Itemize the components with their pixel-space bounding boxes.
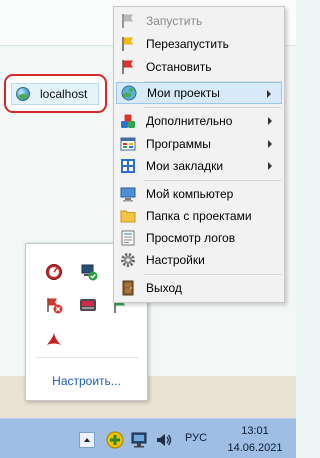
clock-time: 13:01: [241, 425, 269, 437]
volume-icon[interactable]: [155, 431, 173, 449]
folder-icon: [120, 210, 136, 223]
computer-icon: [120, 187, 136, 202]
menu-divider: [144, 274, 282, 275]
menu-item-label: Программы: [146, 137, 211, 151]
menu-item-settings[interactable]: Настройки: [116, 249, 282, 271]
menu-item-label: Запустить: [146, 14, 203, 28]
tray-app-icon[interactable]: [106, 431, 124, 449]
gear-icon: [121, 253, 135, 267]
menu-item-stop[interactable]: Остановить: [116, 56, 282, 78]
media-icon[interactable]: [79, 296, 97, 314]
menu-item-projects-folder[interactable]: Папка с проектами: [116, 205, 282, 227]
red-flag-error-icon[interactable]: [45, 296, 63, 314]
submenu-arrow-icon: [268, 140, 272, 148]
show-hidden-icons-button[interactable]: [79, 432, 95, 448]
network-icon[interactable]: [130, 431, 148, 449]
language-indicator[interactable]: РУС: [185, 432, 207, 444]
menu-item-my-projects[interactable]: Мои проекты: [116, 82, 282, 104]
acrobat-icon[interactable]: [45, 330, 63, 348]
gray-flag-icon: [122, 14, 133, 28]
menu-item-label: Мои проекты: [147, 86, 220, 100]
log-icon: [121, 230, 135, 246]
clock[interactable]: 13:01 14.06.2021: [222, 423, 288, 457]
red-flag-icon: [122, 60, 133, 74]
bookmarks-icon: [121, 159, 135, 173]
menu-item-label: Остановить: [146, 60, 212, 74]
menu-item-my-bookmarks[interactable]: Мои закладки: [116, 155, 282, 177]
submenu-arrow-icon: [268, 117, 272, 125]
menu-item-label: Перезапустить: [146, 37, 229, 51]
localhost-highlight-annotation: localhost: [4, 74, 107, 113]
menu-item-label: Настройки: [146, 253, 205, 267]
network-check-icon[interactable]: [80, 263, 98, 281]
localhost-item[interactable]: localhost: [11, 83, 99, 105]
customize-link[interactable]: Настроить...: [26, 374, 147, 388]
menu-item-exit[interactable]: Выход: [116, 277, 282, 299]
localhost-label: localhost: [40, 87, 88, 101]
menu-item-advanced[interactable]: Дополнительно: [116, 110, 282, 132]
submenu-arrow-icon: [267, 90, 271, 98]
exit-door-icon: [122, 280, 134, 296]
globe-icon: [121, 85, 137, 101]
menu-item-view-logs[interactable]: Просмотр логов: [116, 227, 282, 249]
menu-item-start[interactable]: Запустить: [116, 10, 282, 32]
clock-date: 14.06.2021: [227, 442, 283, 454]
menu-item-programs[interactable]: Программы: [116, 133, 282, 155]
menu-divider: [144, 180, 282, 181]
menu-item-label: Папка с проектами: [146, 209, 252, 223]
menu-item-label: Просмотр логов: [146, 231, 236, 245]
globe-icon: [16, 87, 30, 101]
menu-divider: [144, 107, 282, 108]
menu-item-label: Мои закладки: [146, 159, 224, 173]
context-menu: Запустить Перезапустить Остановить Мои п…: [113, 6, 285, 303]
menu-item-label: Дополнительно: [146, 114, 233, 128]
yellow-flag-icon: [122, 37, 133, 51]
menu-item-my-computer[interactable]: Мой компьютер: [116, 183, 282, 205]
submenu-arrow-icon: [268, 162, 272, 170]
programs-icon: [120, 137, 136, 151]
taskbar: РУС 13:01 14.06.2021: [0, 418, 296, 458]
tray-popup-divider: [36, 357, 138, 358]
menu-item-label: Выход: [146, 281, 182, 295]
menu-item-label: Мой компьютер: [146, 187, 234, 201]
menu-item-restart[interactable]: Перезапустить: [116, 33, 282, 55]
speedometer-icon[interactable]: [45, 263, 63, 281]
color-blocks-icon: [121, 114, 135, 128]
